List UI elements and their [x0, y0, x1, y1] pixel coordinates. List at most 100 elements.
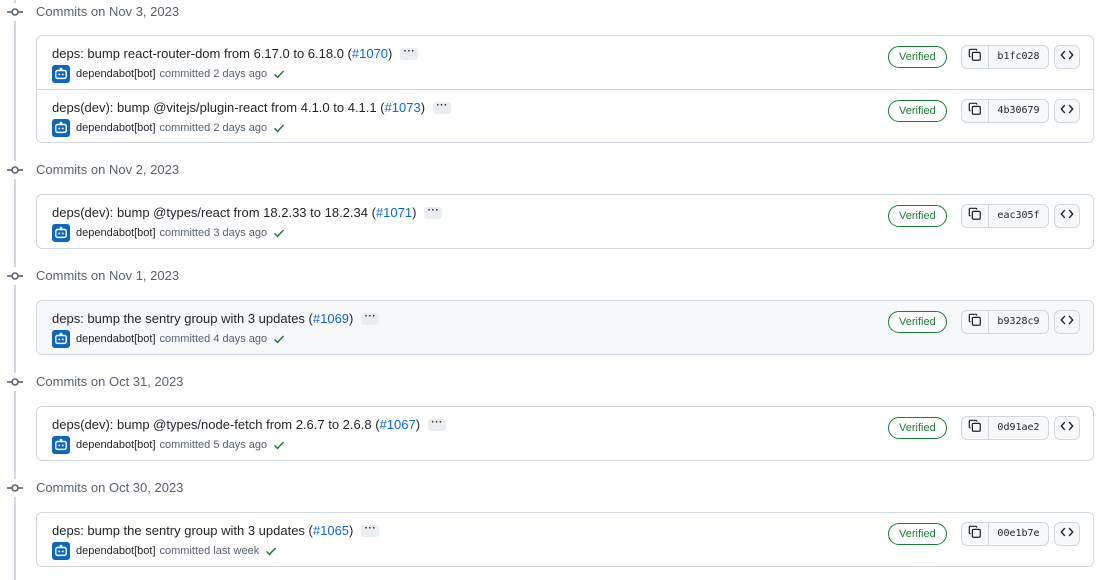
expand-message-button[interactable]: ···	[428, 418, 447, 431]
commit-message-end: )	[349, 311, 354, 326]
copy-sha-button[interactable]	[961, 45, 989, 69]
commit-sha-link[interactable]: eac305f	[989, 204, 1049, 228]
expand-message-button[interactable]: ···	[400, 47, 419, 60]
git-commit-icon	[6, 479, 24, 497]
author-link[interactable]: dependabot[bot]	[76, 439, 156, 451]
browse-repository-button[interactable]	[1054, 522, 1080, 546]
commit-message-end: )	[412, 205, 417, 220]
git-commit-icon	[6, 3, 24, 21]
commit-meta: dependabot[bot] committed 2 days ago	[52, 119, 285, 137]
commit-action: committed	[159, 439, 211, 451]
author-link[interactable]: dependabot[bot]	[76, 68, 156, 80]
commit-row: deps(dev): bump @vitejs/plugin-react fro…	[37, 89, 1093, 142]
commit-meta: dependabot[bot] committed 3 days ago	[52, 224, 285, 242]
verified-badge[interactable]: Verified	[888, 100, 947, 122]
group-date: Commits on Oct 30, 2023	[36, 480, 184, 495]
commit-message[interactable]: deps: bump the sentry group with 3 updat…	[52, 523, 313, 538]
commit-title[interactable]: deps(dev): bump @types/node-fetch from 2…	[52, 417, 447, 432]
author-link[interactable]: dependabot[bot]	[76, 333, 156, 345]
check-icon[interactable]	[273, 439, 285, 451]
browse-repository-button[interactable]	[1054, 416, 1080, 440]
expand-message-button[interactable]: ···	[361, 312, 380, 325]
pr-link[interactable]: #1069	[313, 311, 349, 326]
copy-sha-button[interactable]	[961, 310, 989, 334]
commit-row: deps: bump the sentry group with 3 updat…	[37, 513, 1093, 566]
verified-badge[interactable]: Verified	[888, 311, 947, 333]
commit-title[interactable]: deps(dev): bump @vitejs/plugin-react fro…	[52, 100, 452, 115]
commit-action: committed	[159, 68, 211, 80]
commit-title[interactable]: deps: bump the sentry group with 3 updat…	[52, 523, 380, 538]
dependabot-icon[interactable]	[52, 224, 70, 242]
browse-repository-button[interactable]	[1054, 45, 1080, 69]
code-icon	[1060, 48, 1074, 67]
commit-meta: dependabot[bot] committed 5 days ago	[52, 436, 285, 454]
verified-badge[interactable]: Verified	[888, 523, 947, 545]
pr-link[interactable]: #1071	[376, 205, 412, 220]
pr-link[interactable]: #1067	[380, 417, 416, 432]
author-link[interactable]: dependabot[bot]	[76, 545, 156, 557]
pr-link[interactable]: #1065	[313, 523, 349, 538]
pr-link[interactable]: #1070	[352, 46, 388, 61]
commit-sha-link[interactable]: b1fc028	[989, 45, 1049, 69]
commit-title[interactable]: deps: bump the sentry group with 3 updat…	[52, 311, 380, 326]
dependabot-icon[interactable]	[52, 436, 70, 454]
verified-badge[interactable]: Verified	[888, 205, 947, 227]
check-icon[interactable]	[273, 227, 285, 239]
group-date: Commits on Nov 3, 2023	[36, 4, 180, 19]
author-link[interactable]: dependabot[bot]	[76, 227, 156, 239]
copy-sha-button[interactable]	[961, 99, 989, 123]
expand-message-button[interactable]: ···	[433, 101, 452, 114]
group-date: Commits on Nov 1, 2023	[36, 268, 180, 283]
commit-sha-link[interactable]: b9328c9	[989, 310, 1049, 334]
copy-icon	[968, 525, 982, 544]
copy-sha-button[interactable]	[961, 204, 989, 228]
commit-message[interactable]: deps: bump react-router-dom from 6.17.0 …	[52, 46, 352, 61]
expand-message-button[interactable]: ···	[361, 524, 380, 537]
commit-time: 2 days ago	[213, 68, 268, 80]
verified-badge[interactable]: Verified	[888, 417, 947, 439]
dependabot-icon[interactable]	[52, 542, 70, 560]
group-date: Commits on Nov 2, 2023	[36, 162, 180, 177]
author-link[interactable]: dependabot[bot]	[76, 122, 156, 134]
commit-message[interactable]: deps(dev): bump @types/react from 18.2.3…	[52, 205, 376, 220]
verified-badge[interactable]: Verified	[888, 46, 947, 68]
pr-link[interactable]: #1073	[385, 100, 421, 115]
commit-message[interactable]: deps: bump the sentry group with 3 updat…	[52, 311, 313, 326]
commit-time: 3 days ago	[213, 227, 268, 239]
dependabot-icon[interactable]	[52, 330, 70, 348]
check-icon[interactable]	[273, 68, 285, 80]
commit-action: committed	[159, 227, 211, 239]
code-icon	[1060, 207, 1074, 226]
sha-group: b1fc028	[961, 45, 1049, 69]
sha-group: 4b30679	[961, 99, 1049, 123]
check-icon[interactable]	[273, 122, 285, 134]
commit-action: committed	[159, 122, 211, 134]
commit-title[interactable]: deps(dev): bump @types/react from 18.2.3…	[52, 205, 443, 220]
dependabot-icon[interactable]	[52, 65, 70, 83]
commit-meta: dependabot[bot] committed 4 days ago	[52, 330, 285, 348]
group-date: Commits on Oct 31, 2023	[36, 374, 184, 389]
code-icon	[1060, 313, 1074, 332]
git-commit-icon	[6, 161, 24, 179]
commit-sha-link[interactable]: 0d91ae2	[989, 416, 1049, 440]
dependabot-icon[interactable]	[52, 119, 70, 137]
copy-sha-button[interactable]	[961, 416, 989, 440]
browse-repository-button[interactable]	[1054, 310, 1080, 334]
commit-message[interactable]: deps(dev): bump @types/node-fetch from 2…	[52, 417, 380, 432]
browse-repository-button[interactable]	[1054, 204, 1080, 228]
commit-message[interactable]: deps(dev): bump @vitejs/plugin-react fro…	[52, 100, 385, 115]
commit-sha-link[interactable]: 00e1b7e	[989, 522, 1049, 546]
git-commit-icon	[6, 373, 24, 391]
sha-group: 0d91ae2	[961, 416, 1049, 440]
check-icon[interactable]	[273, 333, 285, 345]
commit-group: deps(dev): bump @types/node-fetch from 2…	[36, 406, 1094, 461]
browse-repository-button[interactable]	[1054, 99, 1080, 123]
copy-sha-button[interactable]	[961, 522, 989, 546]
commit-message-end: )	[420, 100, 426, 115]
copy-icon	[968, 419, 982, 438]
commit-title[interactable]: deps: bump react-router-dom from 6.17.0 …	[52, 46, 419, 61]
commit-sha-link[interactable]: 4b30679	[989, 99, 1049, 123]
expand-message-button[interactable]: ···	[424, 206, 443, 219]
check-icon[interactable]	[265, 545, 277, 557]
commit-time: 5 days ago	[213, 439, 268, 451]
